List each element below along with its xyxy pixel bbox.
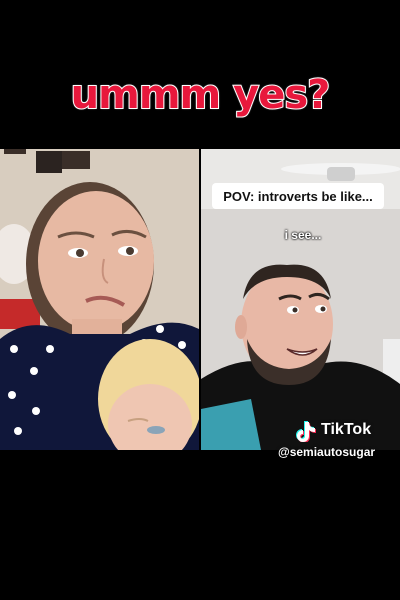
tiktok-brand-label: TikTok [321, 421, 372, 438]
left-video-frame [0, 149, 199, 450]
tiktok-note-icon [296, 421, 316, 442]
creator-username[interactable]: @semiautosugar [278, 445, 375, 459]
caption-text: ummm yes? [70, 71, 332, 119]
tiktok-watermark: TikTok [296, 418, 371, 442]
overlay-caption-text: i see... [284, 228, 322, 242]
left-video-panel[interactable] [0, 149, 199, 450]
pov-caption-banner: POV: introverts be like... [212, 183, 384, 209]
